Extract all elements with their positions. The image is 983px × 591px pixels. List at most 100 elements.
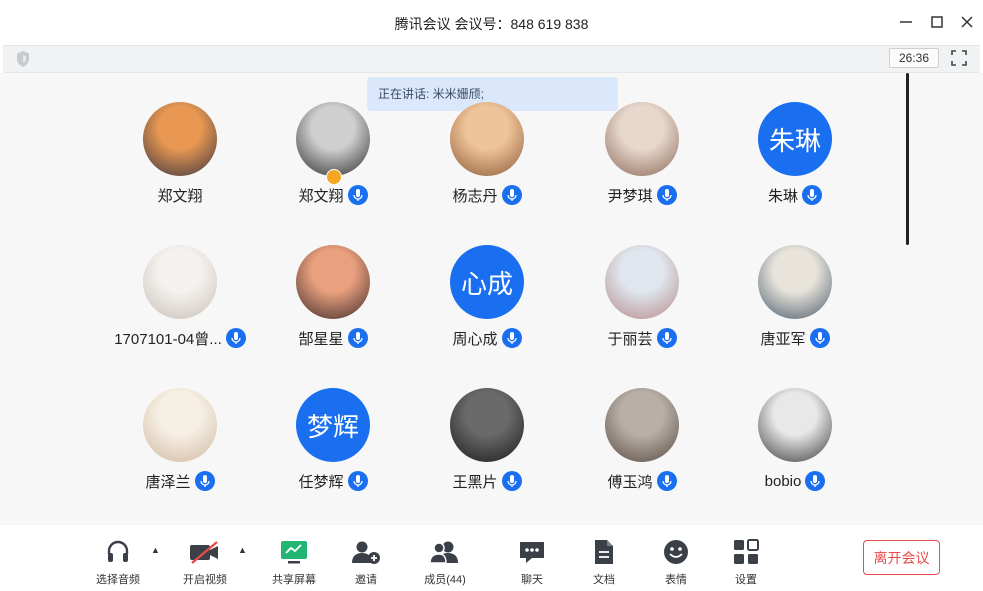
participant-name-row: 任梦辉 (253, 470, 413, 492)
emoji-icon (664, 540, 688, 564)
participant-name: 傅玉鸿 (607, 473, 653, 491)
invite-button[interactable]: 邀请 (331, 537, 401, 587)
emoji-label: 表情 (665, 574, 687, 586)
participant-name: 唐泽兰 (145, 473, 191, 491)
leave-meeting-button[interactable]: 离开会议 (863, 540, 940, 575)
settings-label: 设置 (735, 574, 757, 586)
microphone-icon (656, 328, 677, 348)
settings-button[interactable]: 设置 (711, 537, 781, 587)
chat-label: 聊天 (521, 574, 543, 586)
microphone-icon (225, 328, 246, 348)
participant-tile[interactable]: 唐泽兰 (100, 388, 260, 518)
participant-tile[interactable]: bobio (715, 388, 875, 518)
document-icon (595, 540, 613, 564)
avatar (143, 102, 217, 176)
participant-name: 朱琳 (767, 187, 798, 205)
share-screen-button[interactable]: 共享屏幕 (259, 537, 329, 587)
avatar: 梦辉 (296, 388, 370, 462)
avatar (605, 102, 679, 176)
avatar (143, 245, 217, 319)
participant-name-row: 郑文翔 (253, 184, 413, 206)
avatar (450, 388, 524, 462)
participant-name-row: 郜星星 (253, 327, 413, 349)
participant-name-row: 杨志丹 (407, 184, 567, 206)
documents-button[interactable]: 文档 (569, 537, 639, 587)
gallery-scrollbar[interactable] (906, 73, 909, 245)
headphones-icon (107, 540, 129, 562)
participant-name: 周心成 (452, 330, 498, 348)
avatar (450, 102, 524, 176)
participant-name: 王黑片 (452, 473, 498, 491)
maximize-button[interactable] (925, 10, 949, 34)
video-off-icon (190, 541, 218, 564)
avatar (758, 245, 832, 319)
participant-name-row: 唐亚军 (715, 327, 875, 349)
microphone-icon (347, 328, 368, 348)
participant-tile[interactable]: 杨志丹 (407, 102, 567, 232)
minimize-icon (900, 21, 912, 23)
microphone-icon (809, 328, 830, 348)
members-icon (429, 541, 458, 564)
microphone-icon (802, 185, 822, 205)
microphone-icon (656, 471, 677, 491)
participant-tile[interactable]: 郑文翔 (100, 102, 260, 232)
fullscreen-icon (951, 50, 967, 66)
participant-name: 郑文翔 (298, 187, 344, 205)
audio-label: 选择音频 (96, 574, 140, 586)
avatar (758, 388, 832, 462)
window-title: 腾讯会议 会议号：848 619 838 (394, 16, 589, 32)
participant-tile[interactable]: 尹梦琪 (562, 102, 722, 232)
participant-name: 尹梦琪 (607, 187, 653, 205)
chat-button[interactable]: 聊天 (497, 537, 567, 587)
microphone-icon (194, 471, 215, 491)
participant-tile[interactable]: 唐亚军 (715, 245, 875, 375)
documents-label: 文档 (593, 574, 615, 586)
participant-name: 郑文翔 (157, 187, 203, 205)
emoji-button[interactable]: 表情 (641, 537, 711, 587)
video-options-caret[interactable]: ▲ (238, 545, 247, 555)
avatar-initials: 梦辉 (306, 411, 359, 442)
participant-tile[interactable]: 1707101-04曾... (100, 245, 260, 375)
participant-tile[interactable]: 郑文翔 (253, 102, 413, 232)
members-label: 成员(44) (424, 574, 466, 586)
participant-tile[interactable]: 王黑片 (407, 388, 567, 518)
settings-grid-icon (734, 539, 759, 564)
avatar: 心成 (450, 245, 524, 319)
avatar (296, 102, 370, 176)
participant-name: 郜星星 (298, 330, 344, 348)
participant-tile[interactable]: 梦辉任梦辉 (253, 388, 413, 518)
participant-tile[interactable]: 朱琳 朱琳 (715, 102, 875, 232)
participant-name-row: 朱琳 (715, 184, 875, 206)
participant-name-row: 王黑片 (407, 470, 567, 492)
avatar-initials: 朱琳 (768, 125, 821, 156)
video-button[interactable]: 开启视频 (170, 537, 240, 587)
participant-name: 任梦辉 (298, 473, 344, 491)
participant-name: 1707101-04曾... (114, 330, 222, 348)
host-badge-icon (326, 169, 342, 185)
fullscreen-button[interactable] (950, 49, 968, 72)
audio-button[interactable]: 选择音频 (83, 537, 153, 587)
participant-tile[interactable]: 于丽芸 (562, 245, 722, 375)
share-screen-icon (281, 541, 307, 564)
avatar (605, 388, 679, 462)
microphone-icon (656, 185, 677, 205)
participant-name: 唐亚军 (760, 330, 806, 348)
meeting-timer: 26:36 (889, 48, 939, 68)
microphone-icon (347, 471, 368, 491)
participant-tile[interactable]: 心成 周心成 (407, 245, 567, 375)
add-person-icon (352, 541, 380, 564)
participant-name-row: 于丽芸 (562, 327, 722, 349)
maximize-icon (931, 16, 943, 28)
participant-tile[interactable]: 傅玉鸿 (562, 388, 722, 518)
close-button[interactable] (955, 10, 979, 34)
microphone-icon (501, 471, 522, 491)
security-shield-icon[interactable] (15, 50, 31, 73)
minimize-button[interactable] (894, 10, 918, 34)
avatar (143, 388, 217, 462)
audio-options-caret[interactable]: ▲ (151, 545, 160, 555)
share-screen-label: 共享屏幕 (272, 574, 316, 586)
title-bar: 腾讯会议 会议号：848 619 838 (0, 0, 983, 45)
participant-tile[interactable]: 郜星星 (253, 245, 413, 375)
participant-name-row: 1707101-04曾... (100, 327, 260, 349)
members-button[interactable]: 成员(44) (410, 537, 480, 587)
